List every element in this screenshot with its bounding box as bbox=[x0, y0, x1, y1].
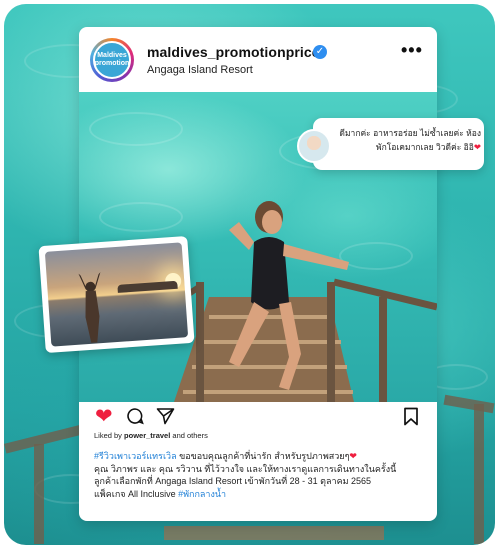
avatar[interactable]: Maldives promotion bbox=[93, 41, 131, 79]
more-options-icon[interactable]: ••• bbox=[401, 40, 423, 61]
username[interactable]: maldives_promotionprice bbox=[147, 44, 320, 60]
post-caption: #รีวิวเพาเวอร์แทรเวิล ขอขอบคุณลูกค้าที่น… bbox=[94, 450, 429, 500]
caption-line-1: ขอขอบคุณลูกค้าที่น่ารัก สำหรับรูปภาพสวยๆ bbox=[176, 451, 350, 461]
caption-line-3: ลูกค้าเลือกพักที่ Angaga Island Resort เ… bbox=[94, 476, 372, 486]
comment-icon[interactable] bbox=[126, 407, 144, 425]
person-silhouette bbox=[78, 272, 101, 343]
review-line-1: ดีมากค่ะ อาหารอร่อย ไม่ซ้ำเลยค่ะ ห้อง bbox=[339, 128, 481, 138]
post-header: Maldives promotion maldives_promotionpri… bbox=[79, 27, 437, 92]
bookmark-icon[interactable] bbox=[403, 407, 419, 426]
commenter-avatar bbox=[297, 129, 331, 163]
like-heart-icon[interactable]: ❤ bbox=[95, 406, 113, 428]
hashtag-review[interactable]: #รีวิวเพาเวอร์แทรเวิล bbox=[94, 451, 177, 461]
location[interactable]: Angaga Island Resort bbox=[147, 64, 253, 76]
sunset-polaroid-photo bbox=[38, 235, 195, 354]
share-icon[interactable] bbox=[156, 407, 175, 425]
sunset-image bbox=[44, 242, 189, 347]
island-silhouette bbox=[117, 280, 178, 293]
avatar-story-ring[interactable]: Maldives promotion bbox=[90, 38, 134, 82]
caption-line-4: แพ็คเกจ All Inclusive bbox=[94, 488, 179, 499]
caption-line-2: คุณ วิภาพร และ คุณ รวิวาน ที่ไว้วางใจ แล… bbox=[94, 463, 397, 474]
likes-user[interactable]: power_travel bbox=[124, 431, 170, 440]
review-comment-text: ดีมากค่ะ อาหารอร่อย ไม่ซ้ำเลยค่ะ ห้อง พั… bbox=[333, 126, 481, 154]
likes-prefix: Liked by bbox=[94, 431, 125, 440]
likes-summary[interactable]: Liked by power_travel and others bbox=[94, 431, 208, 440]
hashtag-overwater[interactable]: #พักกลางน้ำ bbox=[178, 489, 226, 499]
avatar-logo-text: Maldives promotion bbox=[94, 52, 130, 67]
verified-badge-icon: ✓ bbox=[313, 45, 327, 59]
review-line-2: พักโอเคมากเลย วิวดีค่ะ อิอิ bbox=[375, 142, 474, 152]
caption-heart-icon: ❤ bbox=[349, 451, 357, 461]
likes-suffix: and others bbox=[170, 431, 208, 440]
stage: Maldives promotion maldives_promotionpri… bbox=[0, 0, 500, 550]
review-heart-icon: ❤ bbox=[473, 142, 481, 152]
